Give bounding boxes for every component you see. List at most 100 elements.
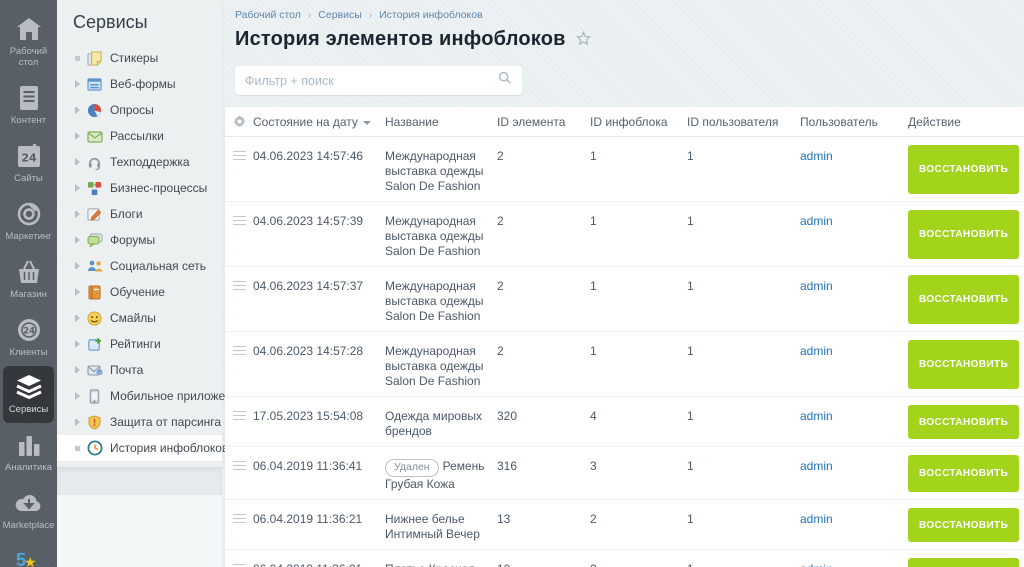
restore-button[interactable]: ВОССТАНОВИТЬ: [908, 558, 1020, 567]
row-menu-icon[interactable]: [225, 202, 253, 266]
sidebar-item-support[interactable]: Техподдержка: [57, 149, 222, 175]
pie-chart-icon: [86, 102, 103, 118]
sidebar-item-bizproc[interactable]: Бизнес-процессы: [57, 175, 222, 201]
column-header-action[interactable]: Действие: [908, 115, 1024, 129]
expand-arrow-icon: [71, 210, 83, 218]
sidebar-item-mailings[interactable]: Рассылки: [57, 123, 222, 149]
filter-search-box[interactable]: [235, 66, 522, 95]
rail-item-content[interactable]: Контент: [1, 77, 56, 134]
row-menu-icon[interactable]: [225, 267, 253, 331]
breadcrumb-link-desktop[interactable]: Рабочий стол: [235, 9, 301, 21]
sidebar-title: Сервисы: [73, 12, 148, 32]
restore-button[interactable]: ВОССТАНОВИТЬ: [908, 275, 1020, 324]
restore-button[interactable]: ВОССТАНОВИТЬ: [908, 340, 1020, 389]
sidebar-item-iblock-history[interactable]: История инфоблоков: [57, 435, 228, 461]
bullet-icon: [71, 445, 83, 451]
expand-arrow-icon: [71, 314, 83, 322]
sidebar-item-socialnetwork[interactable]: Социальная сеть: [57, 253, 222, 279]
document-icon: [18, 83, 40, 113]
rail-item-label: Аналитика: [4, 462, 53, 474]
sidebar-item-mobileapp[interactable]: Мобильное приложение: [57, 383, 245, 409]
user-link[interactable]: admin: [800, 562, 833, 567]
column-header-name[interactable]: Название: [385, 115, 497, 129]
row-menu-icon[interactable]: [225, 332, 253, 396]
column-header-user[interactable]: Пользователь: [800, 115, 908, 129]
cell-user-id: 1: [687, 512, 694, 527]
rail-item-marketplace[interactable]: Marketplace: [1, 482, 56, 539]
column-header-element-id[interactable]: ID элемента: [497, 115, 590, 129]
restore-button[interactable]: ВОССТАНОВИТЬ: [908, 145, 1020, 194]
cell-iblock-id: 1: [590, 149, 597, 163]
table-header-row: Состояние на дату Название ID элемента I…: [225, 107, 1024, 137]
cell-name: Международная выставка одежды Salon De F…: [385, 149, 484, 193]
sidebar-item-polls[interactable]: Опросы: [57, 97, 222, 123]
sidebar-item-learning[interactable]: Обучение: [57, 279, 222, 305]
row-menu-icon[interactable]: [225, 500, 253, 549]
user-link[interactable]: admin: [800, 459, 833, 473]
sidebar-item-label: Техподдержка: [110, 155, 190, 169]
user-link[interactable]: admin: [800, 149, 833, 163]
rail-item-clients[interactable]: 24 Клиенты: [1, 309, 56, 366]
cell-date: 04.06.2023 14:57:46: [253, 149, 364, 163]
favorite-star-icon[interactable]: [575, 30, 591, 51]
sidebar-item-ratings[interactable]: Рейтинги: [57, 331, 222, 357]
breadcrumb-link-iblock-history[interactable]: История инфоблоков: [379, 9, 483, 21]
cell-iblock-id: 4: [590, 409, 597, 423]
cell-user-id: 1: [687, 214, 694, 228]
row-menu-icon[interactable]: [225, 397, 253, 446]
bullet-icon: [71, 55, 83, 61]
expand-arrow-icon: [71, 418, 83, 426]
sidebar-item-label: Рейтинги: [110, 337, 161, 351]
filter-search-input[interactable]: [245, 73, 498, 88]
user-link[interactable]: admin: [800, 512, 833, 526]
table-row: 04.06.2023 14:57:39 Международная выстав…: [225, 202, 1024, 267]
sidebar-item-stickers[interactable]: Стикеры: [57, 45, 222, 71]
cell-element-id: 2: [497, 344, 504, 358]
user-link[interactable]: admin: [800, 409, 833, 423]
breadcrumb-link-services[interactable]: Сервисы: [318, 9, 362, 21]
bar-chart-icon: [16, 430, 42, 460]
row-menu-icon[interactable]: [225, 137, 253, 201]
user-link[interactable]: admin: [800, 279, 833, 293]
restore-button[interactable]: ВОССТАНОВИТЬ: [908, 508, 1020, 543]
cell-element-id: 13: [497, 512, 511, 527]
cell-date: 04.06.2023 14:57:28: [253, 344, 364, 358]
cell-element-id: 2: [497, 149, 504, 163]
column-header-iblock-id[interactable]: ID инфоблока: [590, 115, 687, 129]
rail-item-marketing[interactable]: Маркетинг: [1, 193, 56, 250]
sidebar-item-blogs[interactable]: Блоги: [57, 201, 222, 227]
sidebar-item-label: Стикеры: [110, 51, 159, 65]
rail-item-shop[interactable]: Магазин: [1, 251, 56, 308]
sidebar-item-smiles[interactable]: Смайлы: [57, 305, 222, 331]
user-link[interactable]: admin: [800, 344, 833, 358]
row-menu-icon[interactable]: [225, 550, 253, 567]
cell-date: 04.06.2023 14:57:37: [253, 279, 364, 293]
column-header-user-id[interactable]: ID пользователя: [687, 115, 800, 129]
rail-item-desktop[interactable]: Рабочий стол: [1, 8, 56, 76]
rail-item-analytics[interactable]: Аналитика: [1, 424, 56, 481]
rail-item-services[interactable]: Сервисы: [3, 366, 54, 424]
sidebar-item-label: Веб-формы: [110, 77, 176, 91]
grid-settings-gear-icon[interactable]: [225, 115, 253, 128]
sidebar-item-forums[interactable]: Форумы: [57, 227, 222, 253]
sidebar-item-webforms[interactable]: Веб-формы: [57, 71, 222, 97]
cell-date: 04.06.2023 14:57:39: [253, 214, 364, 228]
cell-date: 06.04.2019 11:36:21: [253, 550, 385, 567]
rail-item-sites[interactable]: 24 Сайты: [1, 135, 56, 192]
cell-user-id: 1: [687, 149, 694, 163]
deleted-badge: Удален: [385, 459, 439, 478]
sidebar-item-mail[interactable]: @ Почта: [57, 357, 222, 383]
row-menu-icon[interactable]: [225, 447, 253, 499]
calendar-24-icon: 24: [16, 141, 42, 171]
cell-name: Платье Красная Фея: [385, 550, 497, 567]
column-header-date[interactable]: Состояние на дату: [253, 115, 385, 129]
restore-button[interactable]: ВОССТАНОВИТЬ: [908, 455, 1020, 493]
user-link[interactable]: admin: [800, 214, 833, 228]
cell-name: Международная выставка одежды Salon De F…: [385, 279, 484, 323]
restore-button[interactable]: ВОССТАНОВИТЬ: [908, 210, 1020, 259]
search-icon[interactable]: [498, 71, 512, 90]
sidebar-item-antiparse[interactable]: Защита от парсинга: [57, 409, 222, 435]
cell-element-id: 2: [497, 279, 504, 293]
restore-button[interactable]: ВОССТАНОВИТЬ: [908, 405, 1020, 439]
sidebar-item-label: Обучение: [110, 285, 165, 299]
